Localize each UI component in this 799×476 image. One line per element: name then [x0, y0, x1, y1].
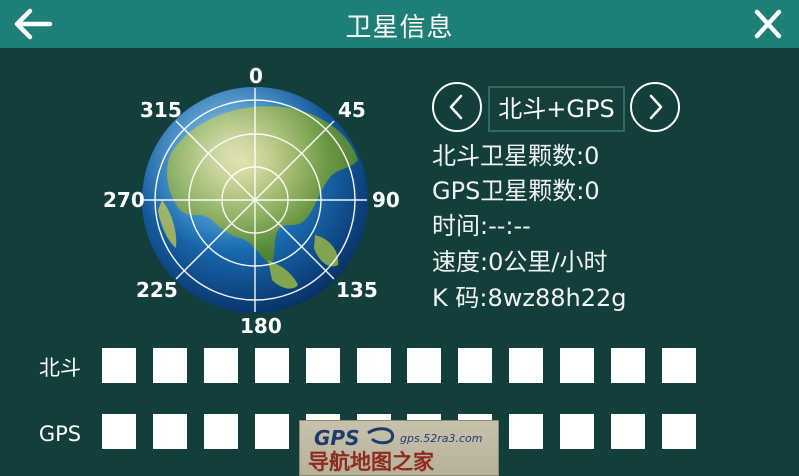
gps-count-row: GPS卫星颗数:0	[432, 179, 600, 203]
time-label: 时间:	[432, 212, 489, 240]
gps-count-label: GPS卫星颗数:	[432, 177, 585, 205]
compass-label-45: 45	[338, 98, 366, 122]
kcode-value: 8wz88h22g	[487, 284, 627, 312]
time-row: 时间:--:--	[432, 214, 531, 238]
beidou-signal-slot	[560, 348, 595, 383]
beidou-signal-slot	[611, 348, 645, 383]
gps-signal-slot	[661, 414, 696, 449]
beidou-count-row: 北斗卫星颗数:0	[432, 144, 599, 168]
chevron-left-icon	[449, 94, 463, 120]
compass-label-315: 315	[140, 98, 182, 122]
compass-label-180: 180	[240, 314, 282, 338]
sky-plot: 0 45 90 135 180 225 270 315	[100, 60, 410, 340]
gps-signal-slot	[152, 414, 187, 449]
watermark-graphic: GPS gps.52ra3.com 导航地图之家	[308, 426, 482, 474]
watermark-gps-text: GPS	[314, 426, 359, 450]
beidou-row-label: 北斗	[39, 356, 81, 380]
prev-system-button[interactable]	[432, 82, 482, 132]
title-bar: 卫星信息	[0, 0, 799, 48]
beidou-signal-slot	[509, 348, 544, 383]
compass-label-90: 90	[372, 188, 400, 212]
beidou-signal-slot	[305, 348, 340, 383]
beidou-count-value: 0	[584, 142, 600, 170]
watermark-slogan-text: 导航地图之家	[308, 450, 435, 474]
beidou-signal-slot	[356, 348, 391, 383]
kcode-label: K 码:	[432, 284, 488, 312]
close-icon	[754, 9, 782, 39]
next-system-button[interactable]	[630, 82, 680, 132]
compass-label-135: 135	[336, 278, 378, 302]
watermark-logo: GPS gps.52ra3.com 导航地图之家	[299, 420, 499, 476]
beidou-signal-slot	[254, 348, 289, 383]
beidou-signal-slot	[203, 348, 238, 383]
compass-label-270: 270	[103, 188, 145, 212]
gps-row-label: GPS	[38, 422, 82, 446]
gps-signal-slot	[254, 414, 289, 449]
speed-value: 0公里/小时	[488, 248, 608, 276]
gps-signal-slot	[509, 414, 544, 449]
chevron-right-icon	[649, 94, 663, 120]
gps-signal-slot	[611, 414, 645, 449]
beidou-signal-slot	[152, 348, 187, 383]
time-value: --:--	[488, 212, 531, 240]
speed-label: 速度:	[432, 248, 489, 276]
gps-signal-slot	[560, 414, 595, 449]
close-button[interactable]	[748, 6, 788, 42]
kcode-row: K 码:8wz88h22g	[432, 286, 626, 310]
gps-count-value: 0	[584, 177, 600, 205]
page-title: 卫星信息	[345, 13, 454, 43]
gps-signal-slot	[203, 414, 238, 449]
system-selector-value: 北斗+GPS	[488, 86, 625, 132]
watermark-site-text: gps.52ra3.com	[400, 432, 482, 445]
beidou-signal-slot	[102, 348, 136, 383]
compass-label-0: 0	[249, 64, 263, 88]
beidou-signal-slot	[458, 348, 493, 383]
beidou-count-label: 北斗卫星颗数:	[432, 142, 585, 170]
beidou-signal-slot	[407, 348, 442, 383]
speed-row: 速度:0公里/小时	[432, 250, 607, 274]
gps-signal-slot	[102, 414, 136, 449]
beidou-signal-slot	[661, 348, 696, 383]
compass-label-225: 225	[136, 278, 178, 302]
